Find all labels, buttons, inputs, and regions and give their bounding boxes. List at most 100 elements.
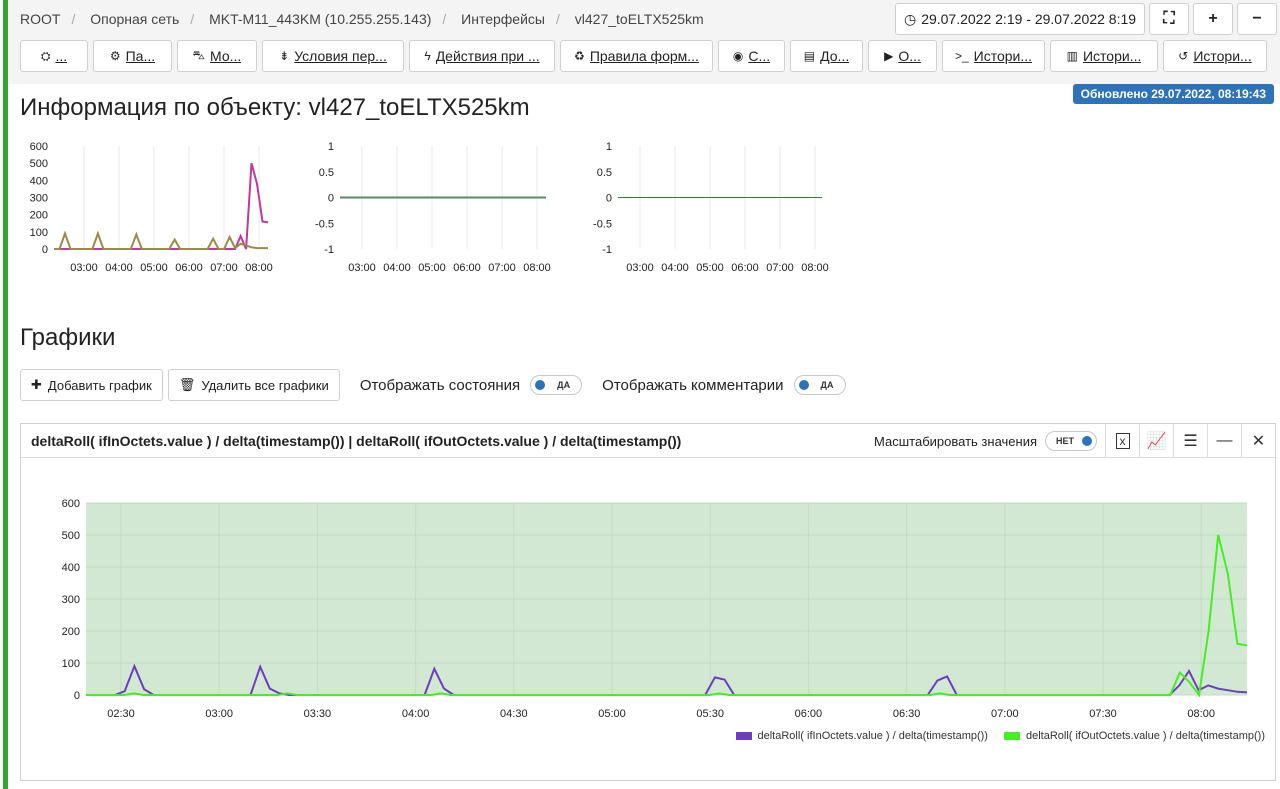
trash-icon: 🗑 [178,377,196,392]
x-tick-label: 05:00 [598,708,626,720]
breadcrumb-network[interactable]: Опорная сеть [90,11,179,27]
y-tick-label: -1 [602,244,612,256]
left-status-bar [0,0,8,789]
y-tick-label: 200 [62,626,80,638]
toolbar-button-1[interactable]: ⛭... [20,40,88,72]
updated-badge: Обновлено 29.07.2022, 08:19:43 [1072,84,1274,104]
x-tick-label: 08:00 [801,262,829,274]
date-range-button[interactable]: ◷ 29.07.2022 2:19 - 29.07.2022 8:19 [895,3,1145,35]
y-tick-label: 500 [62,530,80,542]
x-tick-label: 07:00 [766,262,794,274]
x-tick-label: 05:30 [696,708,724,720]
toolbar-button-5[interactable]: ϟ Действия при ... [409,40,555,72]
y-tick-label: 200 [30,210,48,222]
plus-icon: ✚ [31,377,42,392]
x-tick-label: 03:00 [205,708,233,720]
toolbar-button-6[interactable]: ♻ Правила форм... [560,40,713,72]
y-tick-label: 100 [62,658,80,670]
bolt-icon: ϟ [424,49,431,63]
mini-chart-traffic: 600 500 400 300 200 100 0 03:00 04:00 05:00 06:00 0… [30,141,273,274]
close-chart-button[interactable]: ✕ [1241,424,1275,458]
add-chart-button[interactable]: ✚ Добавить график [20,369,163,401]
y-tick-label: 400 [62,562,80,574]
x-tick-label: 08:00 [523,262,551,274]
chart-panel-title: deltaRoll( ifInOctets.value ) / delta(ti… [31,432,682,449]
y-tick-label: 0.5 [597,167,612,179]
x-tick-label: 04:00 [402,708,430,720]
x-tick-label: 07:30 [1089,708,1117,720]
x-tick-label: 08:00 [245,262,273,274]
play-circle-icon: ▶ [884,49,894,63]
show-comments-toggle[interactable]: ДА [793,375,846,395]
show-states-label: Отображать состояния [359,376,521,394]
legend-swatch-out [1003,732,1020,740]
chart-menu-button[interactable]: ☰ [1173,424,1207,458]
y-tick-label: 0 [74,690,80,702]
scale-values-label: Масштабировать значения [874,433,1037,449]
x-tick-label: 07:00 [488,262,516,274]
series-line-0 [54,162,269,250]
chart-actions: ✚ Добавить график 🗑 Удалить все графики От… [20,369,846,401]
toolbar-button-7[interactable]: ◉ С... [718,40,785,72]
toolbar-button-8[interactable]: ▤ До... [790,40,863,72]
plus-icon: + [1208,10,1218,27]
breadcrumb: ROOT / Опорная сеть / MKT-M11_443KM (10.25… [20,11,704,27]
x-tick-label: 03:00 [70,262,98,274]
signpost-icon: ⇟ [279,49,290,63]
x-tick-label: 04:30 [500,708,528,720]
toolbar-button-4[interactable]: ⇟ Условия пер... [262,40,404,72]
chart-type-button[interactable]: 📈 [1139,424,1173,458]
x-tick-label: 03:00 [626,262,654,274]
y-tick-label: -0.5 [593,218,612,230]
add-button[interactable]: + [1193,3,1233,35]
x-tick-label: 04:00 [105,262,133,274]
delete-all-charts-button[interactable]: 🗑 Удалить все графики [167,369,340,401]
x-tick-label: 05:00 [140,262,168,274]
show-states-toggle[interactable]: ДА [530,375,583,395]
hierarchy-button[interactable]: ⛶ [1149,3,1189,35]
minimize-chart-button[interactable]: — [1207,424,1241,458]
y-tick-label: 300 [30,193,48,205]
export-excel-button[interactable]: x [1105,424,1139,458]
x-tick-label: 06:00 [453,262,481,274]
toggle-knob [1082,436,1092,446]
chart-panel-header: deltaRoll( ifInOctets.value ) / delta(ti… [21,424,1275,458]
charts-section-title: Графики [20,324,116,351]
clock-icon: ◷ [903,10,917,27]
legend-item-in[interactable]: deltaRoll( ifInOctets.value ) / delta(ti… [735,730,988,742]
x-tick-label: 03:30 [304,708,332,720]
object-toolbar: ⛭... ⚙ Па... ⛍ Мо... ⇟ Условия пер... ϟ Дейс… [20,40,1267,72]
car-icon: ⛍ [192,48,206,62]
x-tick-label: 07:00 [991,708,1019,720]
x-tick-label: 06:00 [795,708,823,720]
header-controls: ◷ 29.07.2022 2:19 - 29.07.2022 8:19 ⛶ + … [895,3,1277,35]
toolbar-button-3[interactable]: ⛍ Мо... [177,40,257,72]
scale-values-toggle[interactable]: НЕТ [1045,431,1097,451]
y-tick-label: 100 [30,227,48,239]
collapse-button[interactable]: − [1237,3,1277,35]
x-tick-label: 06:00 [175,262,203,274]
excel-icon: x [1115,433,1130,449]
toolbar-button-2[interactable]: ⚙ Па... [93,40,172,72]
breadcrumb-root[interactable]: ROOT [20,11,60,27]
legend-item-out[interactable]: deltaRoll( ifOutOctets.value ) / delta(t… [1003,730,1265,742]
x-tick-label: 02:30 [107,708,135,720]
chart-panel-tools: Масштабировать значения НЕТ x 📈 ☰ — ✕ [874,424,1275,458]
y-tick-label: 1 [606,141,612,153]
chart-panel: deltaRoll( ifInOctets.value ) / delta(ti… [20,423,1276,781]
x-tick-label: 05:00 [418,262,446,274]
toolbar-button-12[interactable]: ↺ Истори... [1163,40,1267,72]
y-tick-label: 500 [30,158,48,170]
breadcrumb-interfaces[interactable]: Интерфейсы [461,11,545,27]
toolbar-button-11[interactable]: ▥ Истори... [1050,40,1158,72]
toolbar-button-10[interactable]: >_ Истори... [942,40,1045,72]
list-icon: ☰ [1183,433,1198,450]
history-icon: ↺ [1178,49,1189,63]
toolbar-button-9[interactable]: ▶ О... [868,40,937,72]
y-tick-label: 600 [62,498,80,510]
sitemap-icon: ⛶ [1163,10,1175,27]
breadcrumb-device[interactable]: MKT-M11_443KM (10.255.255.143) [209,11,431,27]
x-tick-label: 08:00 [1187,708,1215,720]
x-tick-label: 07:00 [210,262,238,274]
cubes-icon: ⛭ [40,48,51,63]
